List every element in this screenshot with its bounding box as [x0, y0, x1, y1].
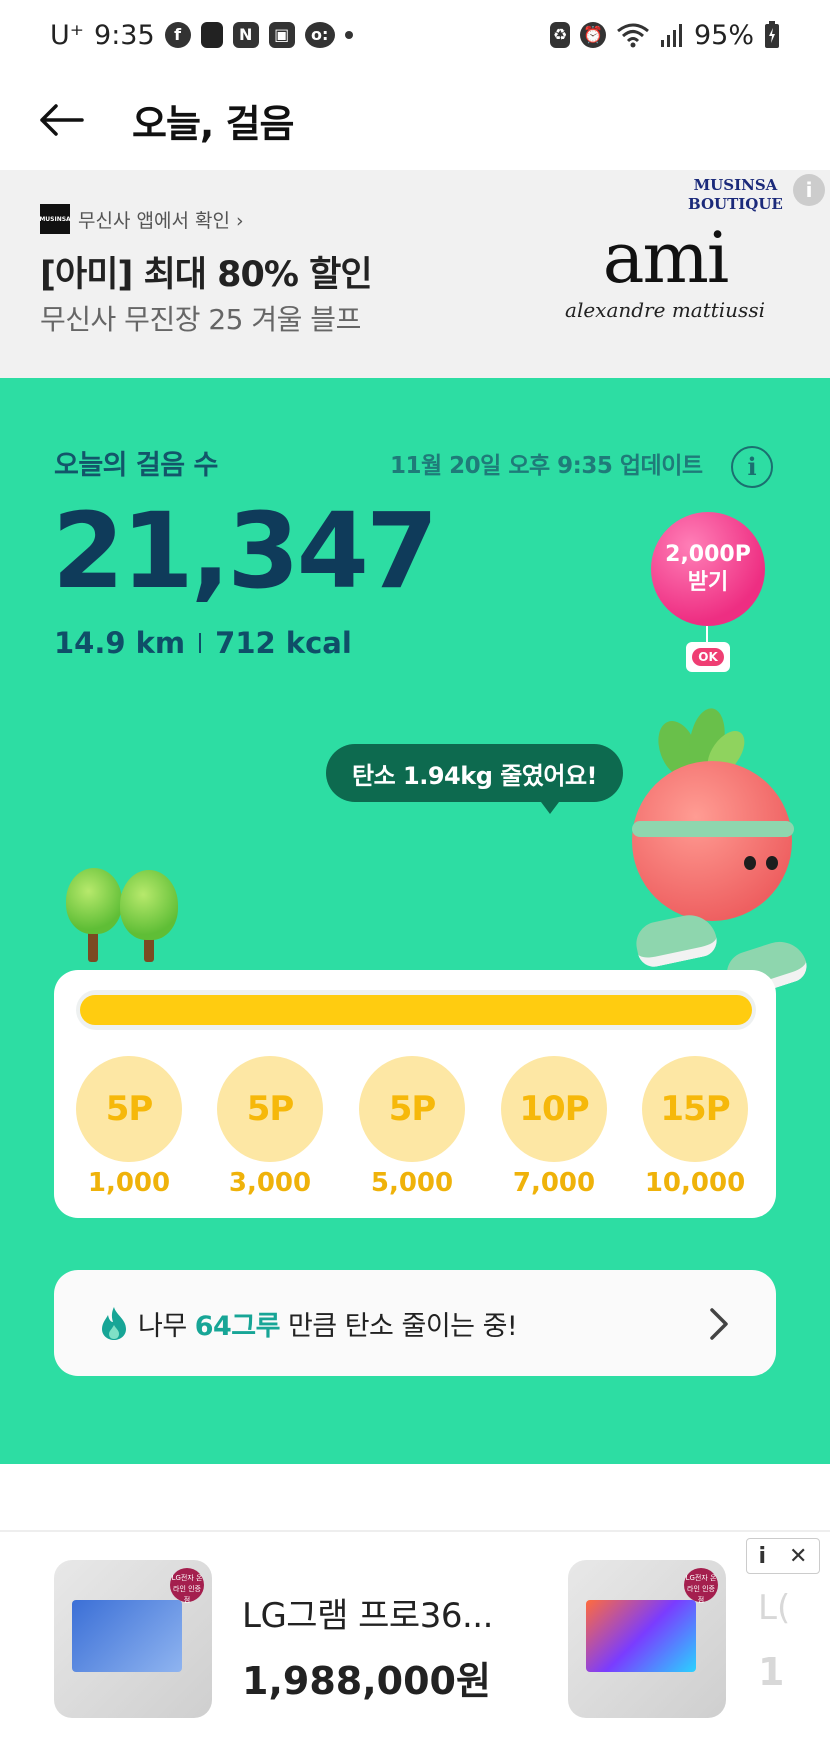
- speech-bubble-tail: [538, 798, 562, 814]
- chevron-right-icon: [710, 1308, 728, 1340]
- wifi-icon: [617, 23, 649, 48]
- character-headband: [632, 821, 794, 837]
- reward-item[interactable]: 5P 5,000: [359, 1056, 465, 1198]
- tree-count: 64그루: [194, 1310, 281, 1342]
- carbon-suffix: 만큼 탄소 줄이는 중!: [287, 1310, 518, 1342]
- brand-name: ami: [602, 217, 730, 299]
- back-button[interactable]: [36, 95, 86, 145]
- reward-progress-card: 5P 1,000 5P 3,000 5P 5,000 10P 7,000 15P…: [54, 970, 776, 1218]
- update-time: 11월 20일 오후 9:35 업데이트: [390, 453, 703, 479]
- battery-percent: 95%: [693, 19, 754, 51]
- page-title: 오늘, 걸음: [132, 101, 295, 146]
- carbon-saving-row[interactable]: 나무 64그루 만큼 탄소 줄이는 중!: [54, 1270, 776, 1376]
- walk-metrics: 14.9 km 712 kcal: [54, 626, 352, 660]
- reward-item[interactable]: 10P 7,000: [501, 1056, 607, 1198]
- reward-threshold: 3,000: [228, 1168, 312, 1198]
- back-arrow-icon: [40, 104, 84, 136]
- musinsa-boutique-logo: MUSINSA BOUTIQUE: [688, 176, 783, 214]
- character-eye: [744, 856, 756, 870]
- reward-threshold: 5,000: [370, 1168, 454, 1198]
- reward-points: 5P: [359, 1056, 465, 1162]
- laptop-screen-image: [72, 1600, 182, 1672]
- ad-controls: i ✕: [746, 1538, 820, 1574]
- step-progress-fill: [80, 995, 752, 1025]
- signal-icon: [660, 24, 682, 47]
- product-image[interactable]: LG전자 온라인 인증점: [568, 1560, 726, 1718]
- more-notifications-icon: [344, 31, 353, 39]
- lg-authorized-badge: LG전자 온라인 인증점: [684, 1568, 718, 1604]
- balloon-action: 받기: [687, 570, 729, 595]
- character-eye: [766, 856, 778, 870]
- distance: 14.9 km: [54, 626, 186, 660]
- radish-character: [632, 761, 792, 921]
- reward-threshold: 7,000: [512, 1168, 596, 1198]
- ad-source[interactable]: MUSINSA 무신사 앱에서 확인 ›: [39, 204, 244, 234]
- product-name[interactable]: LG그램 프로36...: [242, 1588, 493, 1637]
- ad-close-button[interactable]: ✕: [789, 1544, 807, 1569]
- ok-cashbag-icon: OK: [692, 648, 724, 666]
- product-image[interactable]: LG전자 온라인 인증점: [54, 1560, 212, 1718]
- bottom-ad-banner[interactable]: LG전자 온라인 인증점 LG그램 프로36... 1,988,000원 LG전…: [0, 1530, 830, 1744]
- battery-icon: [765, 21, 779, 48]
- ok-cashbag-tag: OK: [686, 642, 730, 672]
- next-product-name: L(: [758, 1588, 791, 1628]
- ad-source-label: 무신사 앱에서 확인 ›: [78, 209, 244, 232]
- boutique-line2: BOUTIQUE: [688, 195, 783, 213]
- info-icon[interactable]: i: [731, 446, 773, 488]
- reward-points: 15P: [642, 1056, 748, 1162]
- ad-info-button[interactable]: i: [759, 1544, 767, 1569]
- balloon-points: 2,000P: [665, 542, 751, 567]
- flame-icon: [102, 1307, 126, 1340]
- brand-tagline: alexandre mattiussi: [565, 298, 765, 322]
- clock: 9:35: [94, 19, 155, 51]
- top-ad-banner[interactable]: MUSINSA 무신사 앱에서 확인 › [아미] 최대 80% 할인 무신사 …: [0, 170, 830, 378]
- reward-threshold: 10,000: [644, 1168, 746, 1198]
- ad-title: [아미] 최대 80% 할인: [40, 255, 373, 295]
- naver-icon: N: [232, 22, 259, 48]
- today-steps-label: 오늘의 걸음 수: [54, 450, 218, 481]
- reward-threshold: 1,000: [87, 1168, 171, 1198]
- recycle-icon: ♻: [549, 22, 570, 48]
- page-header: 오늘, 걸음: [0, 70, 830, 170]
- oo-notification-icon: o:: [304, 22, 335, 48]
- ami-brand-logo: ami alexandre mattiussi: [560, 218, 770, 322]
- laptop-screen-image: [586, 1600, 696, 1672]
- reward-points: 10P: [501, 1056, 607, 1162]
- step-count: 21,347: [52, 490, 438, 612]
- gallery-icon: ▣: [268, 22, 295, 48]
- metric-divider: [199, 633, 202, 653]
- reward-points: 5P: [217, 1056, 323, 1162]
- carbon-speech-bubble: 탄소 1.94kg 줄였어요!: [326, 744, 623, 802]
- carrier-label: U⁺: [50, 19, 85, 51]
- next-product-price: 1: [758, 1650, 785, 1694]
- ad-info-icon[interactable]: i: [793, 174, 825, 206]
- lg-authorized-badge: LG전자 온라인 인증점: [170, 1568, 204, 1604]
- reward-item[interactable]: 5P 3,000: [217, 1056, 323, 1198]
- step-progress-bar: [76, 990, 756, 1030]
- points-balloon-button[interactable]: 2,000P 받기: [651, 512, 765, 626]
- reward-points: 5P: [76, 1056, 182, 1162]
- facebook-icon: f: [164, 22, 191, 48]
- reward-item[interactable]: 5P 1,000: [76, 1056, 182, 1198]
- boutique-line1: MUSINSA: [693, 176, 778, 194]
- app-notification-icon: [200, 22, 223, 48]
- reward-item[interactable]: 15P 10,000: [642, 1056, 748, 1198]
- musinsa-logo: MUSINSA: [39, 204, 71, 234]
- carbon-prefix: 나무: [138, 1310, 187, 1342]
- product-price: 1,988,000원: [242, 1659, 491, 1703]
- ad-subtitle: 무신사 무진장 25 겨울 블프: [40, 303, 361, 336]
- tree-illustration: [66, 868, 178, 972]
- app-screen: U⁺ 9:35 f N ▣ o: ♻ ⏰ 95% 오늘, 걸음 MUSINSA …: [0, 0, 830, 1744]
- status-bar: U⁺ 9:35 f N ▣ o: ♻ ⏰ 95%: [0, 0, 830, 70]
- alarm-icon: ⏰: [579, 22, 606, 48]
- calories: 712 kcal: [215, 626, 352, 660]
